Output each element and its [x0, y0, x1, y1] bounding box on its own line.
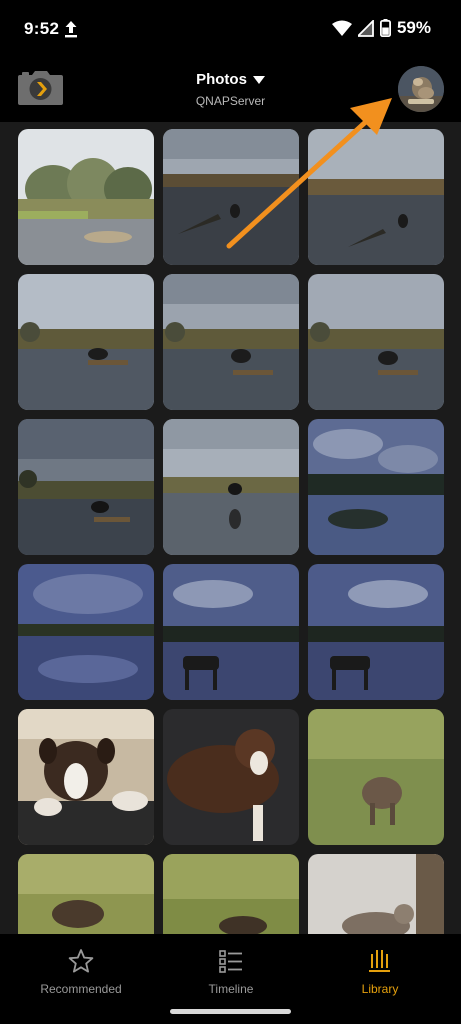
photo-image	[308, 274, 444, 410]
nav-label-recommended: Recommended	[40, 982, 122, 996]
photo-image	[163, 419, 299, 555]
photo-thumbnail[interactable]	[163, 709, 299, 845]
photo-image	[18, 854, 154, 934]
photo-thumbnail[interactable]	[163, 854, 299, 934]
app-header: Photos QNAPServer	[0, 58, 461, 122]
photo-thumbnail[interactable]	[163, 274, 299, 410]
photo-thumbnail[interactable]	[18, 274, 154, 410]
photo-image	[163, 129, 299, 265]
photo-thumbnail[interactable]	[163, 564, 299, 700]
photo-image	[308, 709, 444, 845]
nav-label-library: Library	[361, 982, 399, 996]
page-title[interactable]: Photos	[196, 71, 247, 88]
photo-thumbnail[interactable]	[18, 564, 154, 700]
photo-thumbnail[interactable]	[308, 854, 444, 934]
battery-icon	[379, 19, 391, 37]
photo-image	[18, 419, 154, 555]
timeline-list-icon	[219, 950, 242, 973]
photo-thumbnail[interactable]	[18, 129, 154, 265]
photo-image	[308, 564, 444, 700]
library-icon	[369, 950, 390, 972]
photo-image	[18, 564, 154, 700]
photo-thumbnail[interactable]	[163, 129, 299, 265]
signal-icon	[357, 19, 374, 37]
photo-image	[18, 274, 154, 410]
user-avatar[interactable]	[398, 66, 444, 112]
nav-recommended[interactable]: Recommended	[11, 948, 151, 996]
status-time: 9:52	[24, 19, 60, 38]
photo-image	[18, 709, 154, 845]
photo-image	[163, 709, 299, 845]
photo-thumbnail[interactable]	[18, 709, 154, 845]
photo-image	[18, 129, 154, 265]
star-icon	[68, 949, 94, 973]
photo-thumbnail[interactable]	[308, 419, 444, 555]
home-indicator[interactable]	[170, 1009, 291, 1014]
nav-library[interactable]: Library	[310, 948, 450, 996]
photo-image	[163, 854, 299, 934]
photo-thumbnail[interactable]	[18, 854, 154, 934]
upload-icon	[65, 21, 77, 38]
photo-image	[163, 564, 299, 700]
photo-thumbnail[interactable]	[308, 564, 444, 700]
status-icons: 59%	[331, 18, 431, 38]
status-bar: 9:52 59%	[0, 0, 461, 58]
wifi-icon	[331, 20, 352, 36]
nav-timeline[interactable]: Timeline	[161, 948, 301, 996]
photo-thumbnail[interactable]	[308, 274, 444, 410]
photo-thumbnail[interactable]	[308, 129, 444, 265]
battery-percentage: 59%	[396, 18, 431, 37]
photo-image	[163, 274, 299, 410]
photo-image	[308, 419, 444, 555]
photo-image	[308, 129, 444, 265]
title-area[interactable]: Photos QNAPServer	[0, 71, 461, 108]
photo-thumbnail[interactable]	[18, 419, 154, 555]
photo-grid[interactable]	[0, 122, 461, 934]
photo-image	[308, 854, 444, 934]
caret-down-icon[interactable]	[252, 75, 265, 84]
nav-label-timeline: Timeline	[208, 982, 254, 996]
photo-thumbnail[interactable]	[308, 709, 444, 845]
server-name: QNAPServer	[195, 94, 266, 108]
photo-thumbnail[interactable]	[163, 419, 299, 555]
